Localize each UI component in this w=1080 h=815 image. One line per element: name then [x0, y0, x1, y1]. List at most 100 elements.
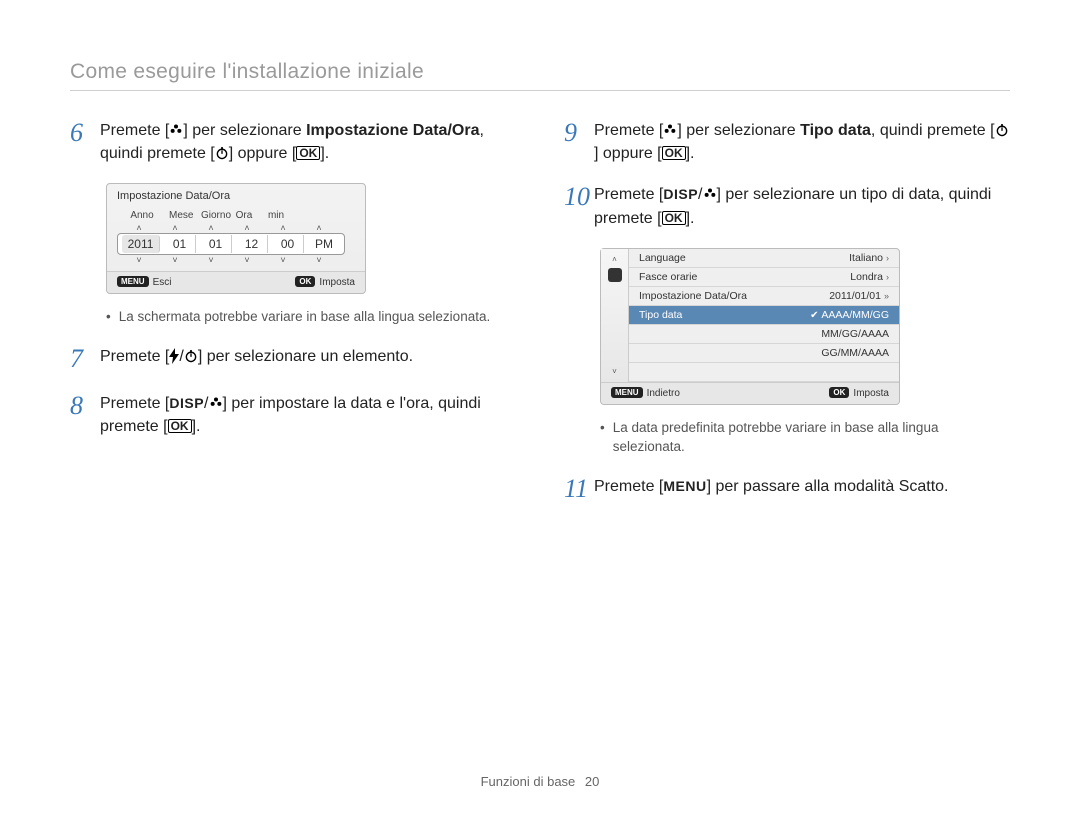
text: Premete [ [594, 122, 663, 139]
chevron-right-icon: › [886, 272, 889, 282]
hdr: Anno [125, 210, 159, 221]
val-text: 2011/01/01 [829, 290, 881, 302]
text: ] oppure [ [229, 145, 297, 162]
pill: MENU [117, 276, 149, 287]
menu-label: MENU [663, 478, 706, 494]
val: 00 [272, 235, 304, 253]
text: Premete [ [594, 478, 663, 495]
list-row-empty [629, 363, 899, 382]
pill: OK [295, 276, 315, 287]
step-8: 8 Premete [DISP/] per impostare la data … [70, 392, 516, 438]
step-number: 11 [564, 475, 594, 504]
step-number: 7 [70, 345, 100, 374]
step-text: Premete [] per selezionare Tipo data, qu… [594, 119, 1010, 165]
disp-label: DISP [169, 395, 204, 411]
bold-text: Impostazione Data/Ora [306, 122, 479, 139]
val: PM [308, 235, 340, 253]
text: ]. [192, 418, 201, 435]
datetime-screen-figure: Impostazione Data/Ora Anno Mese Giorno O… [106, 183, 366, 294]
val-text: Italiano [849, 252, 883, 264]
fig-sidebar: ˄ ˅ [601, 249, 629, 382]
val: 12 [236, 235, 268, 253]
step-text: Premete [ ] per selezionare Impostazione … [100, 119, 516, 165]
val: 01 [200, 235, 232, 253]
value-row: 2011 01 01 12 00 PM [117, 233, 345, 255]
label: Imposta [853, 388, 889, 399]
value: Londra› [850, 271, 889, 283]
label: Impostazione Data/Ora [639, 290, 747, 302]
macro-icon [209, 394, 223, 408]
right-column: 9 Premete [] per selezionare Tipo data, … [564, 119, 1010, 521]
list-row: Impostazione Data/Ora 2011/01/01» [629, 287, 899, 306]
value: AAAA/MM/GG [810, 309, 889, 321]
list-row: GG/MM/AAAA [629, 344, 899, 363]
fig-list: Language Italiano› Fasce orarie Londra› … [629, 249, 899, 382]
fig-headers: Anno Mese Giorno Ora min [107, 204, 365, 221]
macro-icon [703, 185, 717, 199]
text: ] oppure [ [594, 145, 662, 162]
arrow-down-icon: ˅ [612, 367, 617, 376]
text: ]. [686, 145, 695, 162]
step-text: Premete [MENU] per passare alla modalità… [594, 475, 949, 504]
step-11: 11 Premete [MENU] per passare alla modal… [564, 475, 1010, 504]
fig-footer: MENU Indietro OK Imposta [601, 382, 899, 404]
hdr: Giorno [201, 210, 223, 221]
pill: OK [829, 387, 849, 398]
chevron-right-icon: › [886, 253, 889, 263]
step-text: Premete [DISP/] per selezionare un tipo … [594, 183, 1010, 229]
date-type-screen-figure: ˄ ˅ Language Italiano› Fasce orarie Lond… [600, 248, 900, 405]
text: Premete [ [100, 348, 169, 365]
chevron-double-right-icon: » [884, 291, 889, 301]
step-number: 8 [70, 392, 100, 438]
ok-icon: OK [662, 211, 686, 225]
arrow-up-icon: ˄ [612, 255, 617, 264]
text: ] per selezionare un elemento. [198, 348, 413, 365]
disp-label: DISP [663, 186, 698, 202]
label: Indietro [647, 388, 680, 399]
text: ] per selezionare [677, 122, 800, 139]
list-row: MM/GG/AAAA [629, 325, 899, 344]
text: Premete [ [100, 122, 169, 139]
label: Fasce orarie [639, 271, 697, 283]
value: 2011/01/01» [829, 290, 889, 302]
value: Italiano› [849, 252, 889, 264]
label: Tipo data [639, 309, 682, 321]
note-text: La schermata potrebbe variare in base al… [119, 308, 490, 327]
fig-values: ˄˄˄˄˄˄ 2011 01 01 12 00 PM ˅˅˅˅˅˅ [107, 221, 365, 271]
content-columns: 6 Premete [] per selezionare Impostazion… [70, 119, 1010, 521]
fig-title: Impostazione Data/Ora [107, 184, 365, 204]
foot-right: OK Imposta [829, 387, 889, 399]
foot-right: OKImposta [295, 276, 355, 288]
ok-icon: OK [662, 146, 686, 160]
text: Premete [ [100, 395, 169, 412]
ok-icon: OK [168, 419, 192, 433]
hdr: min [265, 210, 287, 221]
text: ]. [686, 210, 695, 227]
label: Language [639, 252, 686, 264]
step-7: 7 Premete [/] per selezionare un element… [70, 345, 516, 374]
timer-icon [995, 121, 1009, 135]
step-number: 10 [564, 183, 594, 229]
hdr: Mese [169, 210, 191, 221]
step-9: 9 Premete [] per selezionare Tipo data, … [564, 119, 1010, 165]
val: 01 [164, 235, 196, 253]
label: Esci [153, 277, 172, 288]
value: MM/GG/AAAA [821, 328, 889, 340]
value: GG/MM/AAAA [821, 347, 889, 359]
macro-icon [663, 121, 677, 135]
text: ] per selezionare [183, 122, 306, 139]
hdr: Ora [233, 210, 255, 221]
step-text: Premete [DISP/] per impostare la data e … [100, 392, 516, 438]
note-right: • La data predefinita potrebbe variare i… [600, 419, 1010, 457]
list-row: Language Italiano› [629, 249, 899, 268]
flash-icon [169, 348, 179, 364]
step-6: 6 Premete [] per selezionare Impostazion… [70, 119, 516, 165]
bold-text: Tipo data [800, 122, 871, 139]
note-text: La data predefinita potrebbe variare in … [613, 419, 1010, 457]
pill: MENU [611, 387, 643, 398]
timer-icon [184, 347, 198, 361]
step-text: Premete [/] per selezionare un elemento. [100, 345, 413, 374]
val-text: Londra [850, 271, 883, 283]
note-left: • La schermata potrebbe variare in base … [106, 308, 516, 327]
footer-page: 20 [585, 774, 599, 789]
